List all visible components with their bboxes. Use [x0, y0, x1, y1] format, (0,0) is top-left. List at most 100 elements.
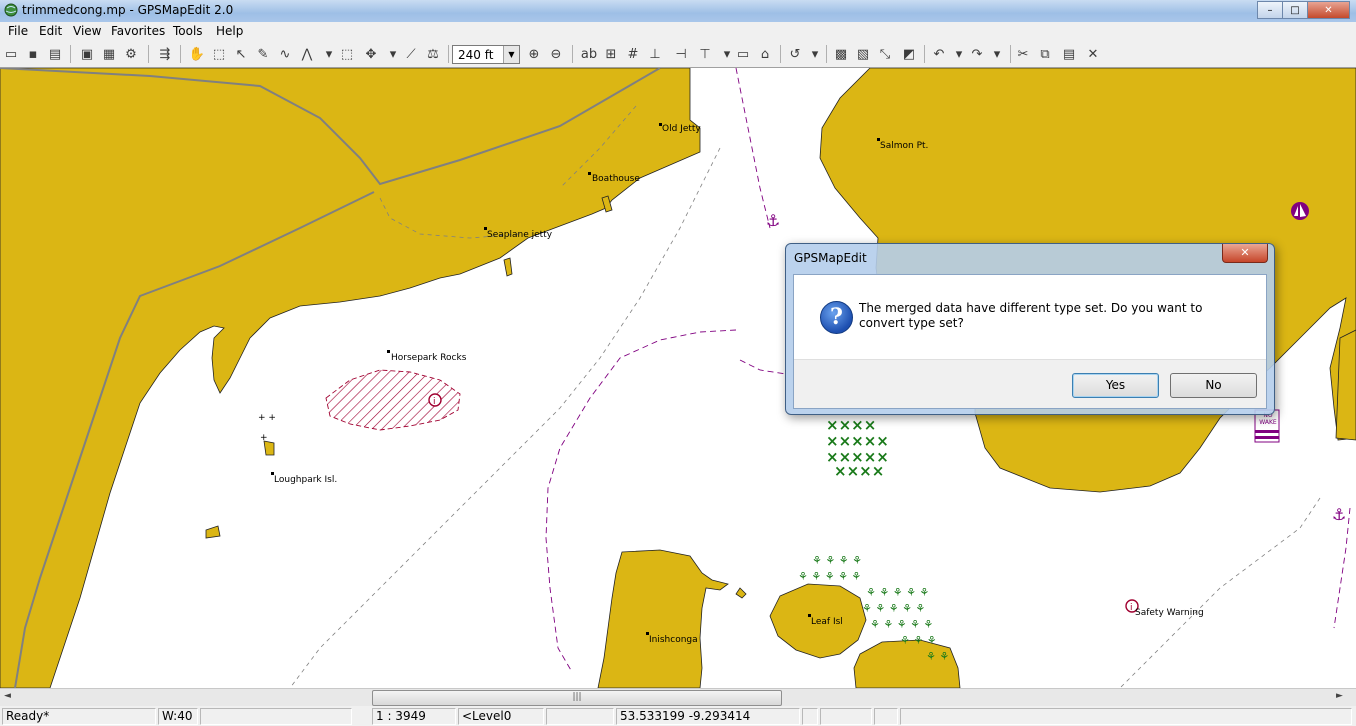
svg-text:⚘ ⚘: ⚘ ⚘: [926, 650, 949, 663]
boundary-line: [735, 68, 771, 229]
status-empty: [802, 708, 818, 725]
save-icon[interactable]: ▪: [24, 45, 42, 63]
rect-select-icon[interactable]: ⬚: [338, 45, 356, 63]
move-icon[interactable]: ✥: [362, 45, 380, 63]
properties-icon[interactable]: ▣: [78, 45, 96, 63]
scroll-right-icon[interactable]: ►: [1336, 691, 1343, 701]
info-marker-icon: i: [428, 393, 442, 407]
ruler-icon[interactable]: ⊞: [602, 45, 620, 63]
islet-small-3: [263, 440, 275, 456]
rock-symbol: + +: [258, 413, 276, 423]
export-icon[interactable]: ▤: [46, 45, 64, 63]
maximize-button[interactable]: □: [1282, 1, 1308, 19]
anchorage-icon: ⚓: [1332, 505, 1346, 524]
transfer-icon[interactable]: ⇶: [156, 45, 174, 63]
minimize-button[interactable]: –: [1257, 1, 1283, 19]
settings-icon[interactable]: ⚙: [122, 45, 140, 63]
svg-text:⚘ ⚘ ⚘: ⚘ ⚘ ⚘: [900, 634, 937, 647]
dropdown-icon[interactable]: ▾: [384, 45, 402, 63]
menu-tools[interactable]: Tools: [173, 24, 203, 38]
label-inishconga: Inishconga: [649, 635, 698, 645]
chevron-down-icon[interactable]: ▼: [503, 46, 519, 63]
connect-icon[interactable]: ⊣: [672, 45, 690, 63]
label-boathouse: Boathouse: [592, 174, 640, 184]
toolbar-separator: [572, 45, 573, 63]
label-horsepark-rocks: Horsepark Rocks: [391, 353, 467, 363]
dropdown-icon[interactable]: ▾: [988, 45, 1006, 63]
copy-icon[interactable]: ⧉: [1036, 45, 1054, 63]
waypoint-icon[interactable]: ▭: [734, 45, 752, 63]
menu-help[interactable]: Help: [216, 24, 243, 38]
measure-icon[interactable]: ⚖: [424, 45, 442, 63]
label-salmon-pt: Salmon Pt.: [880, 141, 929, 151]
horizontal-scrollbar[interactable]: ◄ ||| ►: [0, 688, 1356, 707]
menu-view[interactable]: View: [73, 24, 101, 38]
edit-nodes-icon[interactable]: ✎: [254, 45, 272, 63]
toolbar-separator: [180, 45, 181, 63]
dialog-body: ? The merged data have different type se…: [793, 274, 1267, 409]
undo-icon[interactable]: ↶: [930, 45, 948, 63]
toolbar-separator: [826, 45, 827, 63]
toolbar: ▭ ▪ ▤ ▣ ▦ ⚙ ⇶ ✋ ⬚ ↖ ✎ ∿ ⋀ ▾ ⬚ ✥ ▾ ⟋ ⚖ 24…: [0, 41, 1356, 68]
undo-track-icon[interactable]: ↺: [786, 45, 804, 63]
dialog-title: GPSMapEdit: [794, 251, 867, 265]
dropdown-icon[interactable]: ▾: [320, 45, 338, 63]
toolbar-separator: [924, 45, 925, 63]
toolbar-separator: [148, 45, 149, 63]
no-button[interactable]: No: [1170, 373, 1257, 398]
status-width: W:40: [158, 708, 198, 725]
map-properties-icon[interactable]: ▦: [100, 45, 118, 63]
status-scale: 1 : 3949: [372, 708, 456, 725]
image-icon[interactable]: ▧: [854, 45, 872, 63]
menu-file[interactable]: File: [8, 24, 28, 38]
menu-edit[interactable]: Edit: [39, 24, 62, 38]
split-icon[interactable]: ⊤: [696, 45, 714, 63]
dropdown-icon[interactable]: ▾: [950, 45, 968, 63]
svg-text:××××: ××××: [834, 462, 884, 480]
toolbar-separator: [780, 45, 781, 63]
status-state: Ready*: [2, 708, 156, 725]
label-loughpark-isl: Loughpark Isl.: [274, 475, 338, 485]
label-safety-warning: Safety Warning: [1135, 608, 1204, 618]
status-empty: [874, 708, 898, 725]
scroll-left-icon[interactable]: ◄: [4, 691, 11, 701]
dropdown-icon[interactable]: ▾: [806, 45, 824, 63]
zoom-in-icon[interactable]: ⊕: [525, 45, 543, 63]
yes-button[interactable]: Yes: [1072, 373, 1159, 398]
question-icon: ?: [820, 301, 853, 334]
paste-icon[interactable]: ▤: [1060, 45, 1078, 63]
pointer-icon[interactable]: ↖: [232, 45, 250, 63]
window-title: trimmedcong.mp - GPSMapEdit 2.0: [22, 3, 234, 17]
transform-icon[interactable]: ⤡: [876, 45, 894, 63]
labels-icon[interactable]: ab: [580, 45, 598, 63]
scale-combo[interactable]: 240 ft ▼: [452, 45, 520, 64]
cut-icon[interactable]: ✂: [1014, 45, 1032, 63]
island-inishconga: [597, 549, 729, 688]
select-area-icon[interactable]: ⬚: [210, 45, 228, 63]
svg-text:i: i: [1130, 603, 1133, 613]
zoom-out-icon[interactable]: ⊖: [547, 45, 565, 63]
convert-type-set-dialog: GPSMapEdit ✕ ? The merged data have diff…: [785, 243, 1275, 415]
pick-icon[interactable]: ⟋: [402, 45, 420, 63]
building-icon[interactable]: ⌂: [756, 45, 774, 63]
status-empty: [200, 708, 352, 725]
open-folder-icon[interactable]: ▭: [2, 45, 20, 63]
layers-icon[interactable]: ▩: [832, 45, 850, 63]
boundary-line: [739, 359, 787, 375]
island-south: [853, 639, 961, 688]
trim-icon[interactable]: ◩: [900, 45, 918, 63]
scrollbar-thumb[interactable]: |||: [372, 690, 782, 706]
hand-tool-icon[interactable]: ✋: [188, 45, 206, 63]
toolbar-separator: [1010, 45, 1011, 63]
delete-icon[interactable]: ✕: [1084, 45, 1102, 63]
polyline-icon[interactable]: ∿: [276, 45, 294, 63]
dialog-close-button[interactable]: ✕: [1222, 244, 1268, 263]
nodes-icon[interactable]: ⊥: [646, 45, 664, 63]
marsh-area: ××××××××× ×××××××××: [826, 416, 889, 480]
menu-favorites[interactable]: Favorites: [111, 24, 165, 38]
redo-icon[interactable]: ↷: [968, 45, 986, 63]
polygon-icon[interactable]: ⋀: [298, 45, 316, 63]
grid-icon[interactable]: #: [624, 45, 642, 63]
close-button[interactable]: ✕: [1307, 1, 1350, 19]
status-level: <Level0: [458, 708, 544, 725]
